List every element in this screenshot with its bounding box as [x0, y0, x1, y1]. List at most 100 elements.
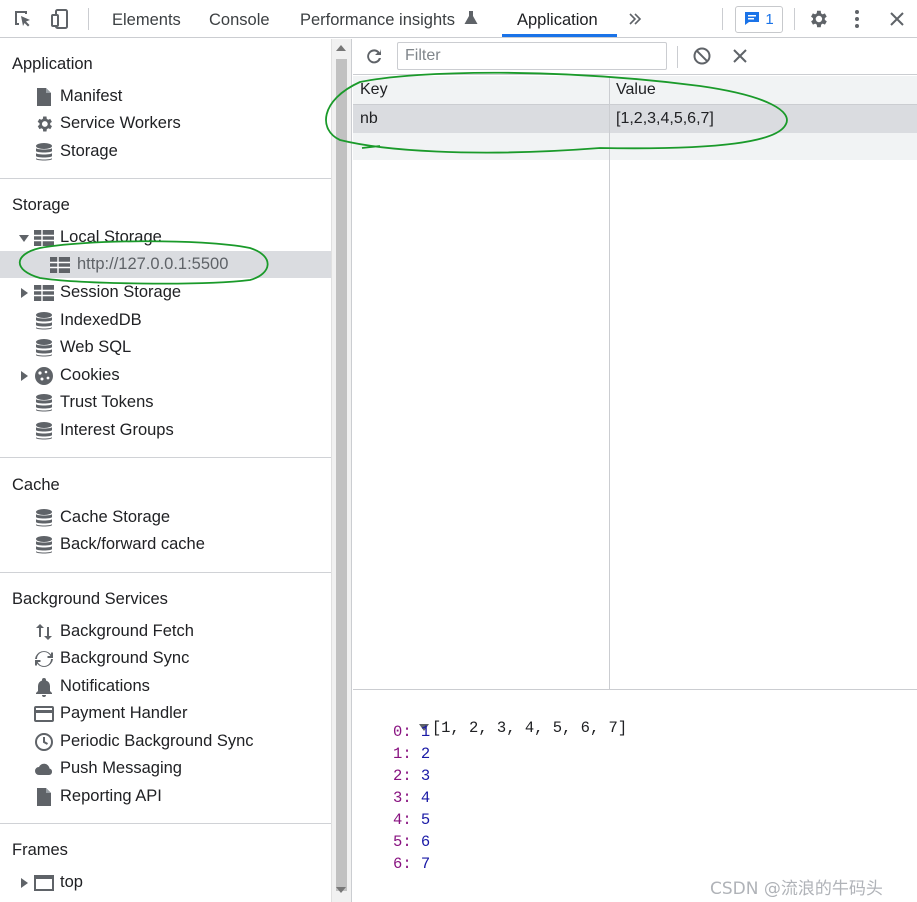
issues-button[interactable]: 1 — [735, 6, 783, 33]
flask-icon — [464, 1, 478, 41]
section-title-storage: Storage — [12, 196, 70, 214]
sidebar-item-payment-handler[interactable]: Payment Handler — [0, 700, 331, 727]
preview-entry-index: 3 — [393, 789, 403, 807]
preview-entry-value: 4 — [420, 789, 431, 807]
tab-application[interactable]: Application — [517, 0, 598, 38]
empty-table-row[interactable] — [353, 133, 917, 160]
more-tabs-chevron-icon[interactable] — [622, 6, 648, 32]
scrollbar-thumb[interactable] — [336, 59, 347, 891]
sidebar-item-push-messaging[interactable]: Push Messaging — [0, 755, 331, 782]
delete-selected-icon[interactable] — [727, 43, 753, 69]
table-icon — [34, 228, 54, 248]
preview-entry-value: 2 — [420, 745, 431, 763]
frame-window-icon — [34, 873, 54, 893]
document-icon — [34, 787, 54, 807]
preview-entry-separator: : — [402, 723, 421, 741]
more-options-icon[interactable] — [844, 6, 870, 32]
toolbar-divider — [677, 46, 678, 68]
preview-entry-index: 2 — [393, 767, 403, 785]
column-header-value[interactable]: Value — [616, 81, 656, 99]
clear-all-icon[interactable] — [689, 43, 715, 69]
sidebar-item-cache-storage[interactable]: Cache Storage — [0, 504, 331, 531]
collapsed-triangle-icon[interactable] — [18, 287, 30, 299]
watermark-text: CSDN @流浪的牛码头 — [710, 879, 883, 899]
message-icon — [744, 10, 760, 30]
tab-elements[interactable]: Elements — [112, 0, 181, 38]
up-down-arrows-icon — [34, 622, 54, 642]
scroll-down-arrow-icon[interactable] — [336, 887, 346, 893]
section-title-application: Application — [12, 55, 93, 73]
refresh-icon[interactable] — [361, 43, 387, 69]
collapsed-triangle-icon[interactable] — [18, 877, 30, 889]
collapsed-triangle-icon[interactable] — [18, 370, 30, 382]
sidebar-item-manifest[interactable]: Manifest — [0, 83, 331, 110]
row-value[interactable]: [1,2,3,4,5,6,7] — [616, 110, 714, 128]
sidebar-item-reporting-api[interactable]: Reporting API — [0, 783, 331, 810]
preview-entry: 1: 2 — [393, 745, 430, 763]
column-header-key[interactable]: Key — [360, 81, 388, 99]
preview-entry-value: 6 — [420, 833, 431, 851]
credit-card-icon — [34, 704, 54, 724]
filter-input[interactable] — [397, 42, 667, 70]
active-tab-indicator — [502, 34, 617, 37]
sidebar-item-session-storage[interactable]: Session Storage — [0, 279, 331, 306]
preview-entry-index: 0 — [393, 723, 403, 741]
preview-entry: 5: 6 — [393, 833, 430, 851]
sidebar-item-trust-tokens[interactable]: Trust Tokens — [0, 389, 331, 416]
table-icon — [34, 283, 54, 303]
preview-entry-separator: : — [402, 811, 421, 829]
database-icon — [34, 393, 54, 413]
device-toolbar-icon[interactable] — [48, 6, 74, 32]
sidebar-item-local-origin[interactable]: http://127.0.0.1:5500 — [0, 251, 331, 278]
toolbar-divider — [722, 8, 723, 30]
scroll-up-arrow-icon[interactable] — [336, 45, 346, 51]
table-row[interactable]: nb [1,2,3,4,5,6,7] — [353, 105, 917, 133]
sidebar-item-frame-top[interactable]: top — [0, 869, 331, 896]
tab-console[interactable]: Console — [209, 0, 270, 38]
preview-entry-separator: : — [402, 833, 421, 851]
preview-entry-separator: : — [402, 789, 421, 807]
cookie-icon — [34, 366, 54, 386]
sidebar-item-notifications[interactable]: Notifications — [0, 673, 331, 700]
sidebar-item-web-sql[interactable]: Web SQL — [0, 334, 331, 361]
preview-entry-index: 4 — [393, 811, 403, 829]
preview-entry-index: 5 — [393, 833, 403, 851]
row-key[interactable]: nb — [360, 110, 378, 128]
sync-icon — [34, 649, 54, 669]
sidebar-item-local-storage[interactable]: Local Storage — [0, 224, 331, 251]
sidebar-item-back-forward-cache[interactable]: Back/forward cache — [0, 531, 331, 558]
database-icon — [34, 338, 54, 358]
sidebar-item-storage[interactable]: Storage — [0, 138, 331, 165]
inspect-element-icon[interactable] — [10, 6, 36, 32]
table-icon — [50, 255, 70, 275]
database-icon — [34, 535, 54, 555]
expanded-triangle-icon[interactable] — [18, 232, 30, 244]
sidebar-item-periodic-background-sync[interactable]: Periodic Background Sync — [0, 728, 331, 755]
issues-count: 1 — [765, 11, 774, 28]
preview-entry-separator: : — [402, 745, 421, 763]
toolbar-divider — [794, 8, 795, 30]
tab-performance-insights[interactable]: Performance insights — [300, 0, 478, 38]
gear-icon[interactable] — [805, 6, 831, 32]
application-sidebar: Application Manifest Service Workers Sto… — [0, 39, 331, 902]
sidebar-item-background-sync[interactable]: Background Sync — [0, 645, 331, 672]
tab-performance-insights-label: Performance insights — [300, 11, 455, 29]
bell-icon — [34, 677, 54, 697]
section-divider — [0, 457, 331, 458]
sidebar-item-indexeddb[interactable]: IndexedDB — [0, 307, 331, 334]
preview-entry: 2: 3 — [393, 767, 430, 785]
sidebar-item-cookies[interactable]: Cookies — [0, 362, 331, 389]
sidebar-item-interest-groups[interactable]: Interest Groups — [0, 417, 331, 444]
preview-entry-index: 1 — [393, 745, 403, 763]
local-storage-panel: Key Value nb [1,2,3,4,5,6,7] [1, 2, 3, 4… — [353, 39, 917, 902]
section-divider — [0, 823, 331, 824]
close-icon[interactable] — [884, 6, 910, 32]
sidebar-scrollbar[interactable] — [331, 39, 352, 902]
storage-table: Key Value nb [1,2,3,4,5,6,7] — [353, 76, 917, 690]
preview-entry-value: 1 — [420, 723, 431, 741]
preview-entry-value: 3 — [420, 767, 431, 785]
sidebar-item-background-fetch[interactable]: Background Fetch — [0, 618, 331, 645]
sidebar-item-service-workers[interactable]: Service Workers — [0, 110, 331, 137]
preview-entry-separator: : — [402, 767, 421, 785]
preview-entry-value: 5 — [420, 811, 431, 829]
